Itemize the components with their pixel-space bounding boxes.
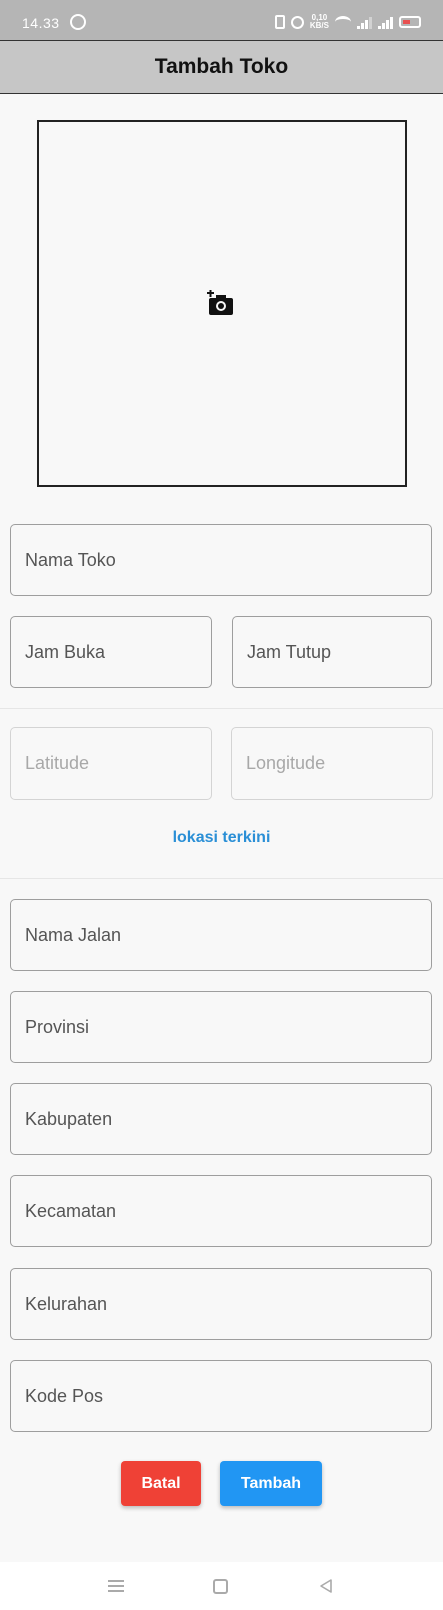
status-bar: 14.33 0,10 KB/S: [0, 0, 443, 40]
network-speed-unit: KB/S: [309, 21, 329, 30]
whatsapp-icon: [70, 14, 86, 30]
kelurahan-label: Kelurahan: [25, 1293, 108, 1314]
jam-tutup-field[interactable]: Jam Tutup: [232, 616, 432, 688]
add-button-label: Tambah: [240, 1474, 302, 1492]
app-bar: Tambah Toko: [0, 40, 443, 94]
status-icons: 0,10 KB/S: [274, 14, 421, 30]
signal-icon-1: [357, 16, 372, 29]
nama-toko-field[interactable]: Nama Toko: [10, 524, 432, 596]
divider: [0, 708, 443, 709]
latitude-field[interactable]: Latitude: [10, 727, 212, 800]
jam-buka-label: Jam Buka: [25, 641, 106, 662]
kode-pos-label: Kode Pos: [25, 1385, 104, 1406]
nama-jalan-field[interactable]: Nama Jalan: [10, 899, 432, 971]
system-nav-bar: [0, 1562, 443, 1610]
kabupaten-field[interactable]: Kabupaten: [10, 1083, 432, 1155]
jam-buka-field[interactable]: Jam Buka: [10, 616, 212, 688]
cancel-button-label: Batal: [141, 1474, 181, 1492]
latitude-label: Latitude: [25, 753, 90, 773]
longitude-label: Longitude: [246, 753, 326, 773]
photo-picker[interactable]: [37, 120, 407, 487]
kelurahan-field[interactable]: Kelurahan: [10, 1268, 432, 1340]
divider: [0, 878, 443, 879]
cancel-button[interactable]: Batal: [121, 1461, 201, 1506]
signal-icon-2: [378, 16, 393, 29]
longitude-field[interactable]: Longitude: [231, 727, 433, 800]
provinsi-label: Provinsi: [25, 1016, 90, 1037]
nama-toko-label: Nama Toko: [25, 549, 116, 570]
kecamatan-label: Kecamatan: [25, 1200, 117, 1221]
alarm-icon: [290, 15, 304, 29]
status-time: 14.33: [22, 15, 60, 31]
jam-tutup-label: Jam Tutup: [247, 641, 332, 662]
current-location-link[interactable]: lokasi terkini: [0, 829, 443, 847]
wifi-icon: [335, 16, 351, 28]
network-speed: 0,10 KB/S: [310, 14, 329, 30]
vibrate-icon: [274, 15, 285, 29]
recent-apps-icon[interactable]: [108, 1580, 124, 1592]
nama-jalan-label: Nama Jalan: [25, 924, 122, 945]
page-title: Tambah Toko: [154, 55, 289, 78]
battery-icon: [399, 16, 421, 28]
add-photo-icon[interactable]: [207, 290, 235, 316]
home-icon[interactable]: [213, 1579, 228, 1594]
kabupaten-label: Kabupaten: [25, 1108, 113, 1129]
back-icon[interactable]: [318, 1578, 334, 1594]
add-button[interactable]: Tambah: [220, 1461, 322, 1506]
kode-pos-field[interactable]: Kode Pos: [10, 1360, 432, 1432]
provinsi-field[interactable]: Provinsi: [10, 991, 432, 1063]
kecamatan-field[interactable]: Kecamatan: [10, 1175, 432, 1247]
